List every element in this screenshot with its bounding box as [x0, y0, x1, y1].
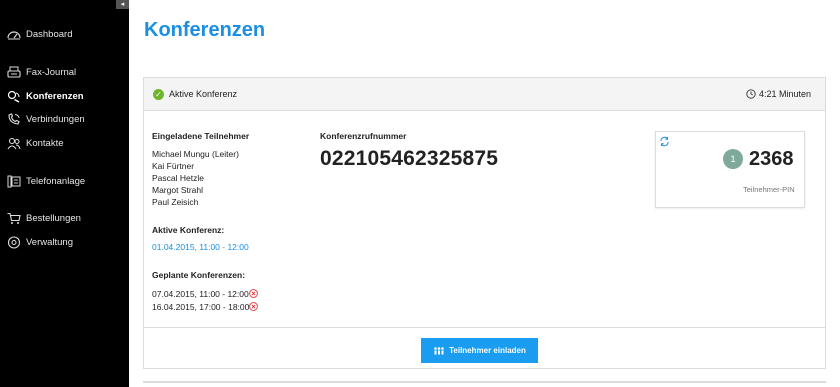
panel-header: ✓ Aktive Konferenz 4:21 Minuten [144, 78, 825, 111]
planned-conferences-heading: Geplante Konferenzen: [152, 270, 246, 280]
sidebar-item-label: Bestellungen [26, 212, 81, 224]
pin-value: 2368 [749, 148, 794, 170]
planned-conference-item: 07.04.2015, 11:00 - 12:00 [152, 289, 249, 299]
dashboard-icon [6, 27, 21, 41]
cart-icon [6, 211, 21, 225]
people-icon [434, 346, 444, 354]
sidebar-item-label: Verwaltung [26, 236, 74, 248]
pin-card: 1 2368 Teilnehmer-PIN [655, 131, 805, 208]
conference-number-heading: Konferenzrufnummer [320, 131, 407, 141]
sidebar-item-konferenzen[interactable]: Konferenzen [0, 86, 129, 106]
phone-system-icon [6, 174, 21, 188]
contacts-icon [6, 136, 21, 150]
participant-item: Pascal Hetzle [152, 173, 204, 183]
sidebar-item-label: Kontakte [26, 137, 64, 149]
sidebar-item-verbindungen[interactable]: Verbindungen [0, 109, 129, 129]
panel-footer: Teilnehmer einladen [144, 327, 825, 369]
refresh-icon[interactable] [659, 136, 670, 147]
conference-panel: ✓ Aktive Konferenz 4:21 Minuten Eingelad… [143, 77, 826, 369]
sidebar-item-label: Konferenzen [26, 90, 84, 102]
pin-label: Teilnehmer-PIN [743, 185, 795, 194]
participant-item: Michael Mungu (Leiter) [152, 149, 239, 159]
conference-icon [6, 89, 21, 103]
conference-status: Aktive Konferenz [169, 89, 238, 99]
sidebar-item-label: Dashboard [26, 28, 73, 40]
sidebar-item-label: Telefonanlage [26, 175, 86, 187]
sidebar-item-bestellungen[interactable]: Bestellungen [0, 208, 129, 228]
active-conference-time[interactable]: 01.04.2015, 11:00 - 12:00 [152, 242, 249, 252]
participant-item: Margot Strahl [152, 185, 204, 195]
sidebar-item-kontakte[interactable]: Kontakte [0, 133, 129, 153]
participant-count-badge: 1 [723, 149, 743, 169]
invite-participants-button[interactable]: Teilnehmer einladen [421, 338, 538, 363]
sidebar-item-label: Fax-Journal [26, 66, 77, 78]
settings-icon [6, 235, 21, 249]
planned-conference-item: 16.04.2015, 17:00 - 18:00 [152, 302, 250, 312]
participants-heading: Eingeladene Teilnehmer [152, 131, 250, 141]
delete-icon[interactable] [249, 289, 258, 298]
sidebar-item-verwaltung[interactable]: Verwaltung [0, 232, 129, 252]
sidebar: ◂ Dashboard Fax-Journal Konferenzen Verb… [0, 0, 129, 387]
phone-icon [6, 112, 21, 126]
sidebar-item-dashboard[interactable]: Dashboard [0, 24, 129, 44]
sidebar-item-fax-journal[interactable]: Fax-Journal [0, 62, 129, 82]
fax-icon [6, 65, 21, 79]
delete-icon[interactable] [249, 302, 258, 311]
active-conference-heading: Aktive Konferenz: [152, 225, 225, 235]
check-icon: ✓ [153, 89, 164, 100]
participant-item: Kai Fürtner [152, 161, 195, 171]
invite-label: Teilnehmer einladen [449, 346, 526, 355]
main-content: Konferenzen ✓ Aktive Konferenz 4:21 Minu… [129, 0, 840, 387]
conference-number: 022105462325875 [320, 147, 499, 170]
clock-icon [746, 89, 756, 99]
conference-duration: 4:21 Minuten [759, 89, 812, 99]
sidebar-collapse-button[interactable]: ◂ [116, 0, 129, 9]
page-title: Konferenzen [144, 19, 266, 41]
participant-item: Paul Zeisich [152, 197, 199, 207]
divider [143, 381, 826, 383]
sidebar-item-telefonanlage[interactable]: Telefonanlage [0, 171, 129, 191]
sidebar-item-label: Verbindungen [26, 113, 85, 125]
